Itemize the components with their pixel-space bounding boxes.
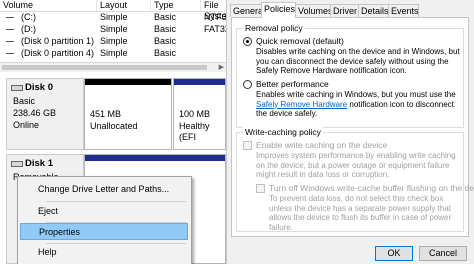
better-performance-desc-start: Enables write caching in Windows, but yo… — [256, 90, 456, 99]
scroll-right-icon[interactable]: ▶ — [219, 64, 224, 71]
column-file-system[interactable]: File System — [200, 0, 226, 21]
menu-item-eject[interactable]: Eject — [20, 203, 188, 220]
partition-color-bar — [174, 79, 225, 85]
policies-panel: Removal policy Quick removal (default) D… — [231, 17, 474, 237]
better-performance-desc: Enables write caching in Windows, but yo… — [256, 90, 461, 119]
menu-separator — [46, 201, 186, 202]
write-caching-title: Write-caching policy — [243, 127, 323, 137]
partition-size: 100 MB — [179, 109, 211, 119]
column-type[interactable]: Type — [150, 0, 200, 11]
disk-status: Online — [13, 120, 40, 130]
volume-name: (D:) — [21, 24, 36, 34]
context-menu: Change Drive Letter and Paths... Eject P… — [17, 176, 192, 264]
menu-item-change-drive-letter[interactable]: Change Drive Letter and Paths... — [20, 181, 188, 198]
removal-policy-group: Removal policy Quick removal (default) D… — [236, 23, 464, 128]
volume-type: Basic — [154, 48, 177, 58]
horizontal-scrollbar[interactable]: ▶ — [0, 62, 226, 72]
quick-removal-label[interactable]: Quick removal (default) — [256, 36, 344, 46]
menu-item-help[interactable]: Help — [20, 244, 188, 261]
enable-write-caching-desc: Improves system performance by enabling … — [256, 151, 456, 179]
volume-type: Basic — [154, 24, 177, 34]
volume-layout: Simple — [100, 48, 128, 58]
cancel-button[interactable]: Cancel — [419, 246, 467, 261]
volume-icon — [6, 17, 14, 18]
volume-name: (C:) — [21, 12, 36, 22]
volume-type: Basic — [154, 36, 177, 46]
volume-fs: FAT32 — [204, 24, 226, 34]
disk-icon — [11, 85, 23, 91]
volume-type: Basic — [154, 12, 177, 22]
partition-size: 451 MB — [90, 109, 122, 119]
ok-button[interactable]: OK — [375, 246, 413, 261]
tab-policies[interactable]: Policies — [261, 2, 296, 18]
disk-kind: Basic — [13, 96, 36, 106]
better-performance-label[interactable]: Better performance — [256, 79, 329, 89]
partition-unallocated[interactable]: 451 MB Unallocated — [84, 78, 172, 150]
better-performance-radio[interactable] — [243, 80, 252, 89]
volume-row[interactable]: (Disk 0 partition 4) Simple Basic — [0, 48, 226, 59]
volume-name: (Disk 0 partition 4) — [21, 48, 95, 58]
turn-off-flushing-label[interactable]: Turn off Windows write-cache buffer flus… — [269, 183, 474, 193]
removal-policy-title: Removal policy — [243, 23, 305, 33]
turn-off-flushing-checkbox[interactable] — [256, 184, 265, 193]
tab-general[interactable]: General — [230, 4, 265, 17]
tab-driver[interactable]: Driver — [330, 4, 359, 17]
partition-color-bar — [85, 79, 171, 85]
volume-fs: NTFS — [204, 12, 226, 22]
quick-removal-radio[interactable] — [243, 37, 252, 46]
volume-list-header: Volume Layout Type File System — [0, 0, 226, 21]
volume-name: (Disk 0 partition 1) — [21, 36, 95, 46]
partition-efi[interactable]: 100 MB Healthy (EFI — [173, 78, 226, 150]
write-caching-group: Write-caching policy Enable write cachin… — [236, 127, 474, 232]
volume-layout: Simple — [100, 36, 128, 46]
partition-status: Healthy (EFI — [179, 121, 210, 142]
volume-layout: Simple — [100, 12, 128, 22]
partition-color-bar — [85, 155, 225, 161]
scrollbar-thumb[interactable] — [2, 65, 207, 70]
menu-item-properties[interactable]: Properties — [20, 223, 188, 240]
tab-events[interactable]: Events — [388, 4, 419, 17]
properties-dialog: General Policies Volumes Driver Details … — [226, 0, 474, 264]
tab-volumes[interactable]: Volumes — [295, 4, 333, 17]
disk-title: Disk 0 — [25, 82, 53, 93]
volume-row[interactable]: (C:) Simple Basic NTFS — [0, 12, 226, 23]
volume-layout: Simple — [100, 24, 128, 34]
volume-icon — [6, 53, 14, 54]
disk-management-pane: Volume Layout Type File System (C:) Simp… — [0, 0, 226, 264]
disk-icon — [11, 161, 23, 167]
turn-off-flushing-desc: To prevent data loss, do not select this… — [269, 194, 452, 232]
volume-row[interactable]: (Disk 0 partition 1) Simple Basic — [0, 36, 226, 47]
volume-row[interactable]: (D:) Simple Basic FAT32 — [0, 24, 226, 35]
partition-status: Unallocated — [90, 121, 138, 131]
volume-icon — [6, 41, 14, 42]
tab-details[interactable]: Details — [358, 4, 389, 17]
volume-icon — [6, 29, 14, 30]
disk-size: 238.46 GB — [13, 108, 57, 118]
quick-removal-desc: Disables write caching on the device and… — [256, 47, 460, 75]
disk-0-info[interactable]: Disk 0 Basic 238.46 GB Online — [6, 78, 84, 150]
column-volume[interactable]: Volume — [0, 0, 96, 11]
disk-title: Disk 1 — [25, 158, 53, 169]
safely-remove-hardware-link[interactable]: Safely Remove Hardware — [256, 100, 347, 109]
enable-write-caching-checkbox[interactable] — [243, 141, 252, 150]
column-layout[interactable]: Layout — [96, 0, 150, 11]
enable-write-caching-label[interactable]: Enable write caching on the device — [256, 140, 387, 150]
